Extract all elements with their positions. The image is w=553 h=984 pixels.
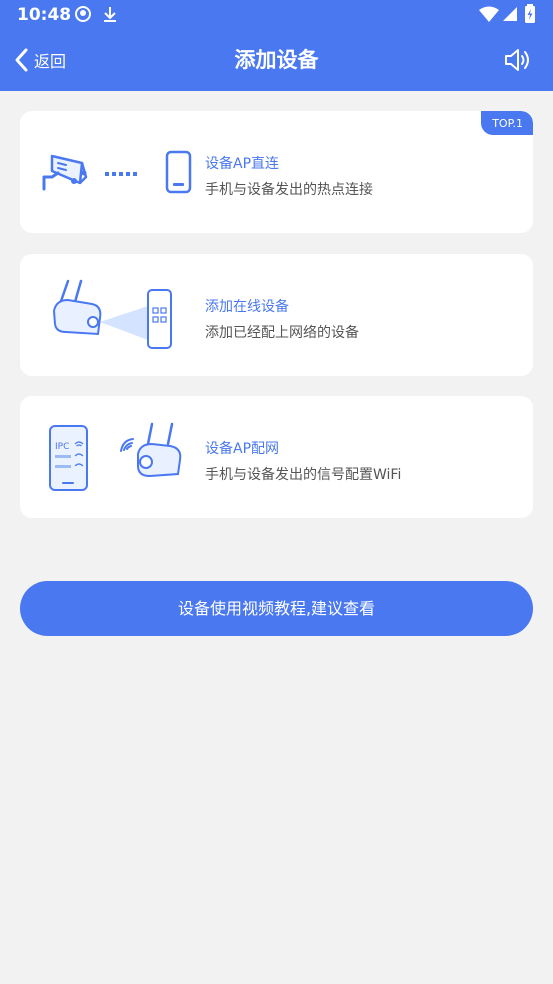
ap-direct-illustration [42, 150, 192, 194]
battery-icon [525, 4, 535, 23]
card-ap-config[interactable]: IPC 设备AP配网 手机与设备发出的信号配置WiFi [20, 396, 533, 518]
download-icon [104, 7, 116, 22]
status-bar: 10:48 [0, 0, 553, 30]
card-subtitle: 手机与设备发出的信号配置WiFi [205, 467, 402, 483]
add-online-illustration [52, 279, 172, 349]
card-ap-direct[interactable]: TOP.1 设备AP直连 手机与设备发出的热点连接 [20, 111, 533, 233]
notification-icon [75, 6, 91, 22]
card-add-online[interactable]: 添加在线设备 添加已经配上网络的设备 [20, 254, 533, 376]
status-time: 10:48 [17, 5, 72, 25]
card-subtitle: 添加已经配上网络的设备 [205, 325, 359, 341]
speaker-icon[interactable] [503, 45, 533, 75]
scan-beam-icon [100, 306, 148, 340]
page-title: 添加设备 [234, 48, 319, 72]
dotted-link-icon [105, 172, 137, 176]
camera-signal-icon [120, 422, 182, 478]
camera-icon [42, 154, 88, 191]
wifi-icon [479, 6, 499, 22]
app-header: 10:48 返回 添加设备 [0, 0, 553, 91]
cell-signal-icon [503, 7, 517, 21]
card-title: 设备AP配网 [205, 441, 280, 457]
nav-bar: 返回 添加设备 [0, 30, 553, 91]
video-tutorial-button[interactable]: 设备使用视频教程,建议查看 [20, 581, 533, 636]
phone-ipc-label: IPC [55, 442, 69, 452]
phone-wifi-icon: IPC [49, 425, 88, 491]
top-badge: TOP.1 [481, 111, 533, 135]
card-title: 添加在线设备 [205, 299, 289, 315]
card-subtitle: 手机与设备发出的热点连接 [205, 182, 373, 198]
camera-icon [52, 279, 102, 336]
card-title: 设备AP直连 [205, 156, 280, 172]
ap-config-illustration: IPC [49, 422, 182, 491]
phone-icon [165, 150, 192, 194]
phone-qr-icon [147, 289, 172, 349]
